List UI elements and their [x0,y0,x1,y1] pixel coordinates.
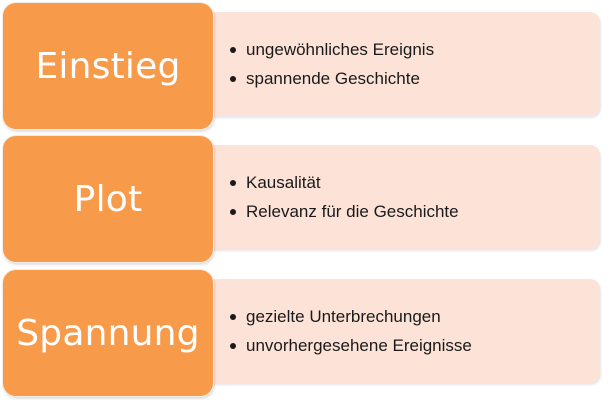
bullet-dot-icon [230,208,236,215]
bullet-list: gezielte Unterbrechungen unvorhergesehen… [230,302,600,360]
bullet-dot-icon [230,46,236,53]
detail-box-spannung: gezielte Unterbrechungen unvorhergesehen… [200,279,600,383]
bullet-item: gezielte Unterbrechungen [230,302,600,331]
label-text: Einstieg [35,45,181,87]
bullet-item: Relevanz für die Geschichte [230,197,600,226]
bullet-text: Relevanz für die Geschichte [246,202,459,221]
detail-box-einstieg: ungewöhnliches Ereignis spannende Geschi… [200,12,600,116]
bullet-item: Kausalität [230,168,600,197]
bullet-dot-icon [230,342,236,349]
bullet-item: spannende Geschichte [230,64,600,93]
diagram-row-einstieg: Einstieg ungewöhnliches Ereignis spannen… [0,2,610,132]
label-text: Spannung [16,312,200,354]
bullet-text: ungewöhnliches Ereignis [246,40,435,59]
label-text: Plot [73,178,143,220]
bullet-list: Kausalität Relevanz für die Geschichte [230,168,600,226]
bullet-item: unvorhergesehene Ereignisse [230,331,600,360]
label-box-einstieg: Einstieg [2,2,214,130]
bullet-text: spannende Geschichte [246,69,420,88]
bullet-list: ungewöhnliches Ereignis spannende Geschi… [230,35,600,93]
bullet-item: ungewöhnliches Ereignis [230,35,600,64]
bullet-dot-icon [230,75,236,82]
detail-box-plot: Kausalität Relevanz für die Geschichte [200,145,600,249]
bullet-dot-icon [230,313,236,320]
bullet-dot-icon [230,179,236,186]
bullet-text: Kausalität [246,173,321,192]
diagram-row-spannung: Spannung gezielte Unterbrechungen unvorh… [0,269,610,399]
bullet-text: gezielte Unterbrechungen [246,307,441,326]
diagram-row-plot: Plot Kausalität Relevanz für die Geschic… [0,135,610,265]
bullet-text: unvorhergesehene Ereignisse [246,336,472,355]
label-box-spannung: Spannung [2,269,214,397]
label-box-plot: Plot [2,135,214,263]
